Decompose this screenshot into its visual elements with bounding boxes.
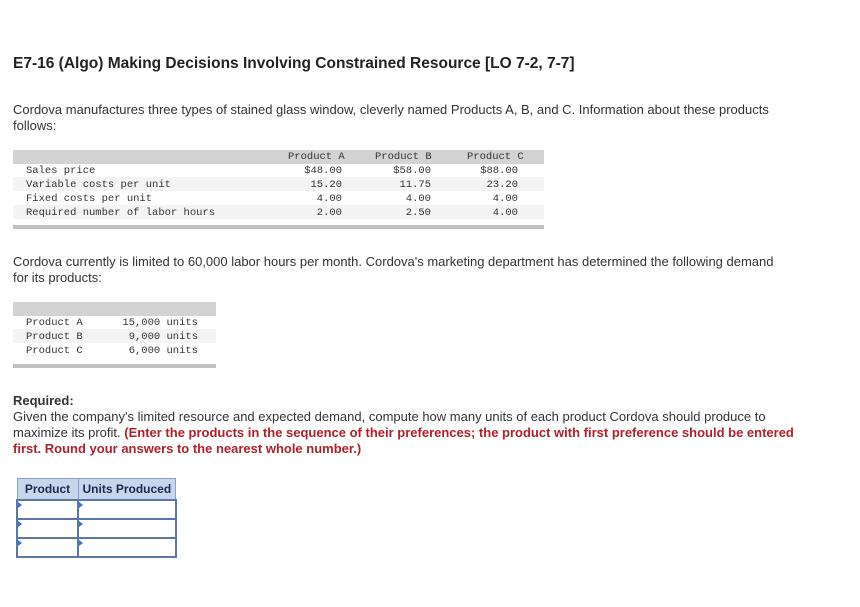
row-label-fixed-costs: Fixed costs per unit — [26, 193, 153, 205]
table-row — [16, 518, 177, 539]
product-table-bottom-bar — [13, 225, 544, 229]
col-header-product-a: Product A — [288, 151, 345, 163]
answer-table: Product Units Produced — [16, 478, 177, 558]
row-label-labor-hours: Required number of labor hours — [26, 207, 216, 219]
input-marker-icon — [18, 521, 22, 527]
demand-label-product-b: Product B — [26, 331, 83, 343]
input-marker-icon — [79, 502, 83, 508]
answer-cell-units[interactable] — [77, 518, 177, 539]
product-input-3[interactable] — [18, 539, 77, 556]
cell-a-fixed-costs: 4.00 — [316, 193, 342, 205]
table-row — [16, 537, 177, 558]
required-text-1: Given the company's limited resource and… — [13, 409, 766, 424]
input-marker-icon — [79, 540, 83, 546]
demand-label-product-c: Product C — [26, 345, 83, 357]
units-input-1[interactable] — [79, 501, 175, 518]
intro-paragraph: Cordova manufactures three types of stai… — [13, 102, 769, 134]
product-input-1[interactable] — [18, 501, 77, 518]
required-section: Required: Given the company's limited re… — [13, 393, 853, 457]
input-marker-icon — [18, 540, 22, 546]
col-header-units-produced: Units Produced — [77, 478, 177, 501]
constraint-line-1: Cordova currently is limited to 60,000 l… — [13, 254, 774, 269]
col-header-product-b: Product B — [375, 151, 432, 163]
intro-line-1: Cordova manufactures three types of stai… — [13, 102, 769, 117]
required-instruction-red-2: first. Round your answers to the nearest… — [13, 441, 362, 456]
answer-cell-units[interactable] — [77, 499, 177, 520]
constraint-line-2: for its products: — [13, 270, 102, 285]
col-header-product: Product — [16, 478, 79, 501]
required-label: Required: — [13, 393, 74, 408]
units-input-2[interactable] — [79, 520, 175, 537]
input-marker-icon — [18, 502, 22, 508]
intro-line-2: follows: — [13, 118, 57, 133]
demand-label-product-a: Product A — [26, 317, 83, 329]
row-label-variable-costs: Variable costs per unit — [26, 179, 171, 191]
row-label-sales-price: Sales price — [26, 165, 96, 177]
table-row — [16, 499, 177, 520]
col-header-product-c: Product C — [467, 151, 524, 163]
cell-a-variable-costs: 15.20 — [310, 179, 342, 191]
cell-a-labor-hours: 2.00 — [316, 207, 342, 219]
answer-cell-units[interactable] — [77, 537, 177, 558]
product-table-header-bar — [13, 150, 544, 164]
cell-c-sales-price: $88.00 — [480, 165, 518, 177]
answer-cell-product[interactable] — [16, 537, 79, 558]
demand-table-header-bar — [13, 302, 216, 316]
cell-b-variable-costs: 11.75 — [399, 179, 431, 191]
required-text-2-plain: maximize its profit. — [13, 425, 125, 440]
required-text-2: maximize its profit. (Enter the products… — [13, 425, 853, 441]
required-instruction-red: (Enter the products in the sequence of t… — [124, 425, 794, 440]
cell-a-sales-price: $48.00 — [304, 165, 342, 177]
product-input-2[interactable] — [18, 520, 77, 537]
cell-b-labor-hours: 2.50 — [405, 207, 431, 219]
demand-value-product-c: 6,000 units — [128, 345, 198, 357]
cell-c-fixed-costs: 4.00 — [492, 193, 518, 205]
cell-b-sales-price: $58.00 — [393, 165, 431, 177]
input-marker-icon — [79, 521, 83, 527]
page-title: E7-16 (Algo) Making Decisions Involving … — [13, 55, 575, 72]
units-input-3[interactable] — [79, 539, 175, 556]
cell-c-labor-hours: 4.00 — [492, 207, 518, 219]
answer-cell-product[interactable] — [16, 499, 79, 520]
cell-c-variable-costs: 23.20 — [486, 179, 518, 191]
constraint-paragraph: Cordova currently is limited to 60,000 l… — [13, 254, 774, 286]
cell-b-fixed-costs: 4.00 — [405, 193, 431, 205]
demand-table-bottom-bar — [13, 364, 216, 368]
demand-value-product-a: 15,000 units — [122, 317, 198, 329]
demand-value-product-b: 9,000 units — [128, 331, 198, 343]
answer-cell-product[interactable] — [16, 518, 79, 539]
